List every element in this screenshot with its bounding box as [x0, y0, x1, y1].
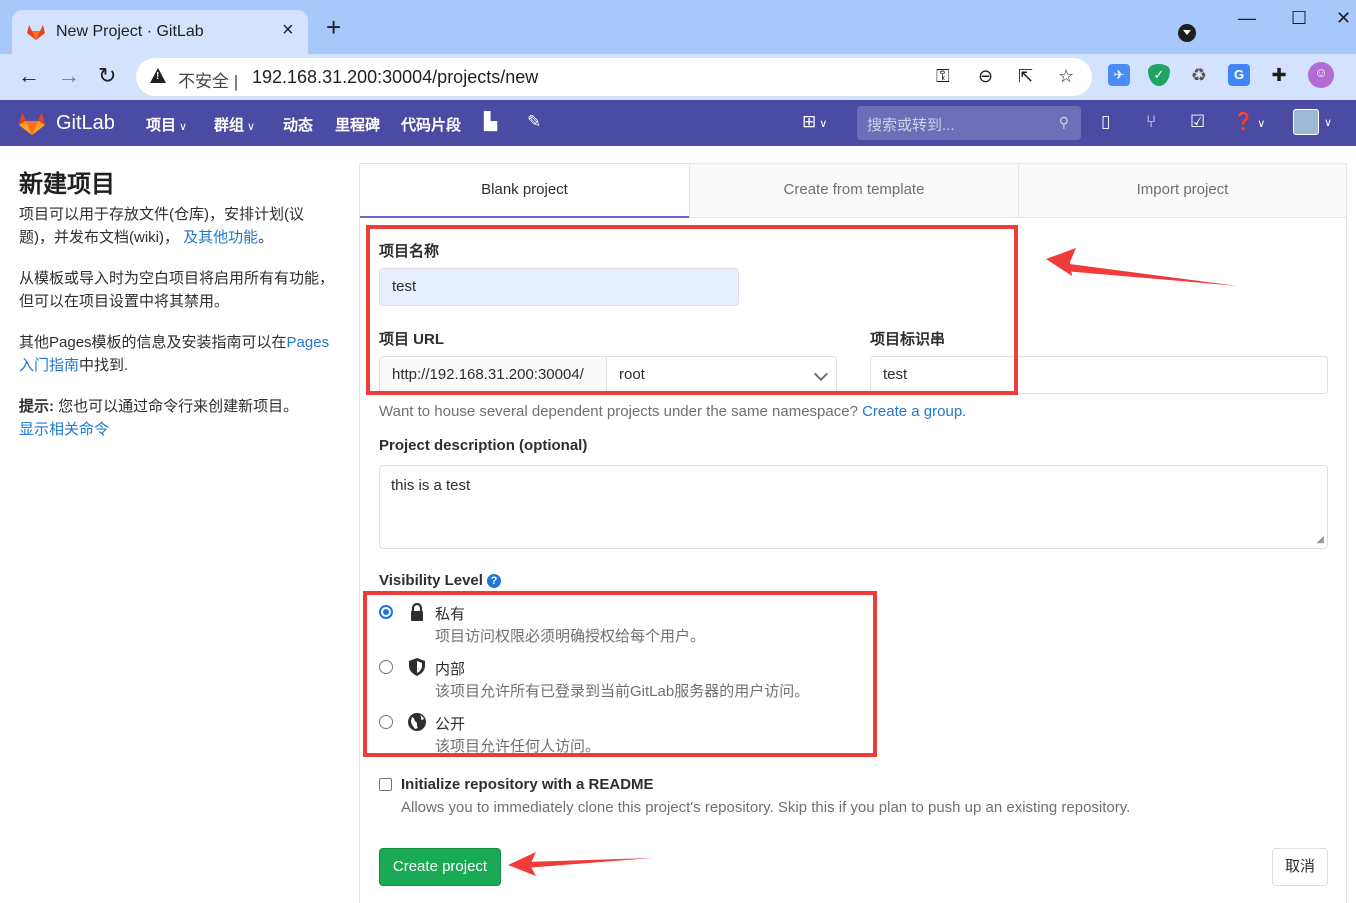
new-item-plus-icon[interactable]: ⊞ ∨ [802, 112, 827, 132]
sidebar-pages-note: 其他Pages模板的信息及安装指南可以在Pages 入门指南中找到. [19, 331, 337, 377]
description-value: this is a test [391, 477, 471, 494]
browser-toolbar: ← → ↻ 不安全 | 192.168.31.200:30004/project… [0, 54, 1356, 100]
gitlab-navbar: GitLab 项目 ∨ 群组 ∨ 动态 里程碑 代码片段 ▙ ✎ ⊞ ∨ 搜索或转到… [0, 100, 1356, 146]
sidebar-pages-end: 中找到. [79, 357, 129, 374]
reload-icon[interactable]: ↻ [98, 64, 116, 88]
readme-label: Initialize repository with a README [401, 776, 654, 793]
annotation-box-name-url [366, 225, 1018, 395]
chevron-down-icon: ∨ [247, 121, 256, 133]
url-text[interactable]: 192.168.31.200:30004/projects/new [252, 67, 538, 88]
browser-tab-active[interactable]: New Project · GitLab × [12, 10, 308, 54]
nav-snippets[interactable]: 代码片段 [401, 114, 461, 135]
page-title: 新建项目 [19, 171, 115, 198]
readme-description: Allows you to immediately clone this pro… [401, 799, 1131, 816]
nav-milestones[interactable]: 里程碑 [335, 114, 380, 135]
search-input[interactable]: 搜索或转到... ⚲ [857, 106, 1081, 140]
tab-blank-project[interactable]: Blank project [360, 164, 689, 218]
group-help-text: Want to house several dependent projects… [379, 403, 966, 420]
window-close-icon[interactable]: ✕ [1336, 8, 1351, 29]
help-icon[interactable]: ❓ ∨ [1233, 112, 1265, 132]
resize-handle-icon[interactable]: ◢ [1316, 534, 1324, 545]
extension-bird-icon[interactable]: ✈ [1108, 64, 1130, 86]
forward-icon[interactable]: → [58, 64, 80, 88]
merge-requests-icon[interactable]: ⑂ [1146, 112, 1156, 132]
bookmark-star-icon[interactable]: ☆ [1058, 66, 1074, 87]
nav-projects[interactable]: 项目 ∨ [146, 114, 187, 135]
chart-icon[interactable]: ▙ [484, 112, 497, 132]
profile-avatar-icon[interactable]: ☺ [1308, 62, 1334, 88]
browser-tabstrip: New Project · GitLab × + — ☐ ✕ [0, 0, 1356, 54]
nav-groups-label: 群组 [214, 117, 245, 134]
cancel-button[interactable]: 取消 [1272, 848, 1328, 886]
user-avatar[interactable] [1293, 109, 1319, 135]
sidebar-pages-text: 其他Pages模板的信息及安装指南可以在 [19, 334, 287, 351]
address-bar[interactable]: 不安全 | 192.168.31.200:30004/projects/new … [136, 58, 1092, 96]
visibility-label: Visibility Level? [379, 572, 501, 589]
zoom-icon[interactable]: ⊖ [978, 66, 993, 87]
search-icon: ⚲ [1058, 114, 1069, 130]
description-textarea[interactable]: this is a test ◢ [379, 465, 1328, 549]
new-tab-button[interactable]: + [326, 14, 341, 40]
tab-import-project[interactable]: Import project [1018, 164, 1346, 218]
group-help-label: Want to house several dependent projects… [379, 403, 858, 420]
create-group-link[interactable]: Create a group. [862, 403, 966, 420]
gitlab-favicon-icon [27, 25, 45, 40]
create-project-button[interactable]: Create project [379, 848, 501, 886]
sidebar-tip: 提示: 您也可以通过命令行来创建新项目。 显示相关命令 [19, 395, 337, 441]
gitlab-logo-icon[interactable] [18, 110, 46, 136]
search-placeholder: 搜索或转到... [867, 117, 955, 134]
share-icon[interactable]: ⇱ [1018, 66, 1033, 87]
sidebar-template-note: 从模板或导入时为空白项目将启用所有有功能，但可以在项目设置中将其禁用。 [19, 270, 335, 310]
tip-text: 您也可以通过命令行来创建新项目。 [54, 398, 299, 415]
tab-title: New Project · GitLab [56, 23, 204, 40]
extensions-puzzle-icon[interactable]: ✚ [1268, 64, 1290, 86]
extension-shield-icon[interactable]: ✓ [1148, 64, 1170, 86]
tab-close-icon[interactable]: × [282, 19, 294, 42]
show-commands-link[interactable]: 显示相关命令 [19, 421, 109, 438]
issues-icon[interactable]: ▯ [1101, 112, 1110, 132]
maximize-icon[interactable]: ☐ [1291, 8, 1307, 29]
minimize-icon[interactable]: — [1238, 8, 1256, 29]
description-label: Project description (optional) [379, 437, 588, 454]
question-help-icon[interactable]: ? [486, 574, 501, 588]
todos-icon[interactable]: ☑ [1190, 112, 1205, 132]
tip-label: 提示: [19, 398, 54, 415]
tab-create-from-template[interactable]: Create from template [689, 164, 1018, 218]
sidebar-intro-end: 。 [258, 229, 274, 246]
tab-search-icon[interactable] [1178, 24, 1196, 42]
extension-recycle-icon[interactable]: ♻ [1188, 64, 1210, 86]
more-features-link[interactable]: 及其他功能 [183, 229, 258, 246]
project-type-tabs: Blank project Create from template Impor… [360, 164, 1346, 218]
chevron-down-icon: ∨ [179, 121, 188, 133]
annotation-box-visibility [363, 591, 877, 757]
back-icon[interactable]: ← [18, 64, 40, 88]
nav-projects-label: 项目 [146, 117, 177, 134]
nav-activity[interactable]: 动态 [283, 114, 313, 135]
sidebar-intro: 项目可以用于存放文件(仓库)，安排计划(议题)，并发布文档(wiki)， 及其他… [19, 203, 337, 249]
not-secure-label: 不安全 | [178, 72, 239, 91]
not-secure-warning-icon[interactable] [150, 68, 166, 83]
wrench-icon[interactable]: ✎ [527, 112, 541, 132]
avatar-chevron-down-icon[interactable]: ∨ [1324, 116, 1332, 129]
key-icon[interactable]: ⚿ [936, 66, 950, 87]
readme-checkbox[interactable] [379, 778, 392, 791]
extension-translate-icon[interactable]: G [1228, 64, 1250, 86]
visibility-label-text: Visibility Level [379, 572, 483, 589]
nav-groups[interactable]: 群组 ∨ [214, 114, 255, 135]
gitlab-brand[interactable]: GitLab [56, 112, 115, 135]
